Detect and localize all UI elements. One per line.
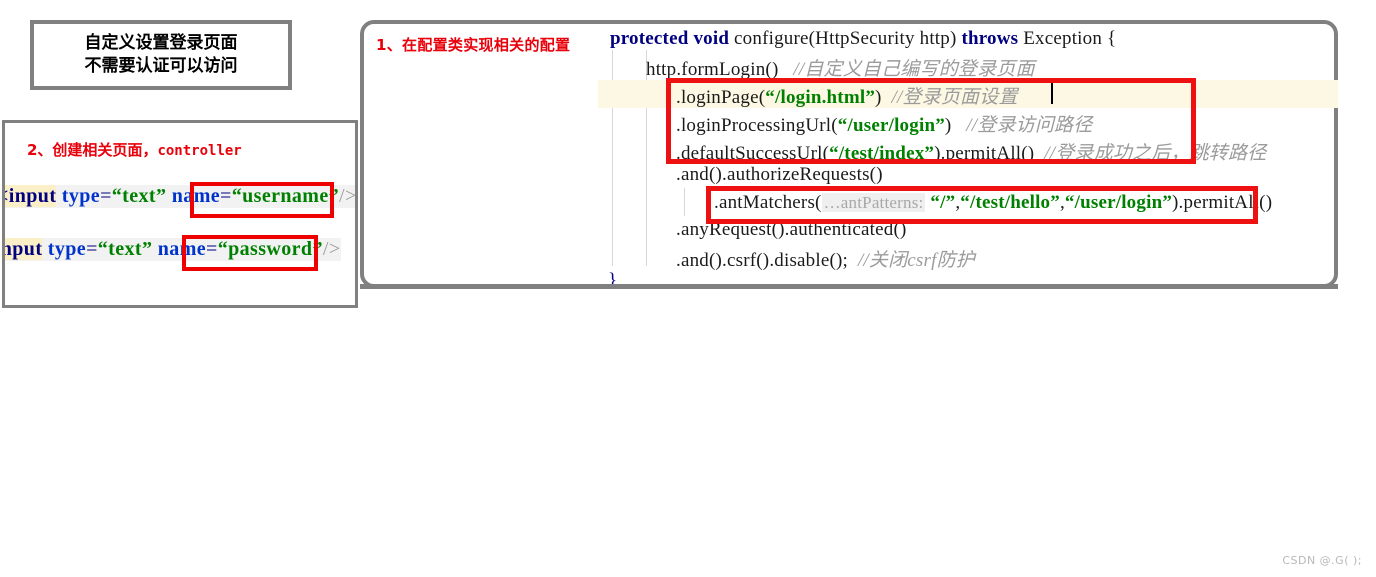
code-loginpage-method: .loginPage( — [676, 87, 766, 108]
code-anyrequest: .anyRequest().authenticated() — [676, 219, 907, 240]
code-processurl-method: .loginProcessingUrl( — [676, 115, 838, 136]
sp-su — [1034, 143, 1044, 164]
code-line-defaultsuccessurl: .defaultSuccessUrl(“/test/index”).permit… — [676, 138, 1266, 165]
note-box: 自定义设置登录页面 不需要认证可以访问 — [30, 20, 292, 90]
attr-name-password: name — [157, 238, 207, 260]
val-type-password: “text” — [97, 238, 153, 260]
code-line-anyrequest: .anyRequest().authenticated() — [676, 219, 907, 241]
controller-title-prefix: 2、创建相关页面， — [27, 141, 158, 159]
code-line-formlogin: http.formLogin() //自定义自己编写的登录页面 — [646, 54, 1035, 81]
sp-fl — [778, 59, 793, 80]
sp-pu — [951, 115, 966, 136]
controller-panel-title: 2、创建相关页面，controller — [27, 139, 242, 160]
eq-type-username: = — [100, 185, 112, 207]
code-antmatchers-method: .antMatchers( — [714, 192, 822, 213]
eq-name-password: = — [206, 238, 218, 260]
keyword-protected: protected — [610, 28, 689, 49]
code-line-loginpage: .loginPage(“/login.html”) //登录页面设置 — [676, 82, 1018, 109]
tag-close-username: /> — [339, 185, 357, 207]
code-processurl-arg: “/user/login” — [837, 115, 945, 136]
controller-title-mono: controller — [157, 143, 242, 159]
keyword-void: void — [693, 28, 730, 49]
comment-formlogin: //自定义自己编写的登录页面 — [793, 59, 1035, 80]
keyword-throws: throws — [961, 28, 1019, 49]
note-line-2: 不需要认证可以访问 — [84, 56, 238, 76]
attr-type-username: type — [61, 185, 101, 207]
sp-lp — [882, 87, 892, 108]
code-line-loginprocessingurl: .loginProcessingUrl(“/user/login”) //登录访… — [676, 110, 1092, 137]
code-line-authorizerequests: .and().authorizeRequests() — [676, 164, 883, 186]
panel-bottom-rule — [360, 284, 1338, 289]
code-andauth: .and().authorizeRequests() — [676, 164, 883, 185]
code-csrf: .and().csrf().disable(); — [676, 250, 849, 271]
attr-name-username: name — [171, 185, 221, 207]
exception-and-brace: Exception { — [1018, 28, 1117, 49]
note-line-1: 自定义设置登录页面 — [84, 33, 238, 53]
html-input-username-line: <input type=“text” name=“username”/> — [5, 185, 357, 208]
step-label-config: 1、在配置类实现相关的配置 — [376, 36, 571, 54]
val-name-username: “username” — [231, 185, 340, 207]
text-caret — [1051, 82, 1053, 104]
code-successurl-tail: ).permitAll() — [934, 143, 1035, 164]
param-hint-antpatterns: …antPatterns: — [821, 193, 926, 212]
code-antmatchers-arg1: “/” — [930, 192, 956, 213]
code-line-method-signature: protected void configure(HttpSecurity ht… — [610, 28, 1116, 50]
val-type-username: “text” — [111, 185, 167, 207]
code-antmatchers-arg2: “/test/hello” — [960, 192, 1060, 213]
code-loginpage-arg: “/login.html” — [765, 87, 876, 108]
comment-processurl: //登录访问路径 — [966, 115, 1093, 136]
code-antmatchers-arg3: “/user/login” — [1064, 192, 1173, 213]
comment-csrf: //关闭csrf防护 — [857, 250, 975, 271]
input-tag-open-username: <input — [5, 185, 57, 207]
input-tag-open-password: <input — [5, 238, 43, 260]
eq-type-password: = — [86, 238, 98, 260]
eq-name-username: = — [220, 185, 232, 207]
code-line-antmatchers: .antMatchers(…antPatterns: “/”,“/test/he… — [714, 192, 1272, 214]
code-successurl-method: .defaultSuccessUrl( — [676, 143, 830, 164]
indent-guide-3 — [684, 188, 685, 216]
code-antmatchers-tail: ).permitAll() — [1172, 192, 1273, 213]
tag-close-password: /> — [322, 238, 341, 260]
code-line-csrf-disable: .and().csrf().disable(); //关闭csrf防护 — [676, 245, 975, 272]
code-formlogin: http.formLogin() — [646, 59, 779, 80]
comment-loginpage: //登录页面设置 — [891, 87, 1018, 108]
method-params: (HttpSecurity http) — [808, 28, 962, 49]
val-name-password: “password” — [217, 238, 323, 260]
attr-type-password: type — [47, 238, 87, 260]
sp-csrf — [848, 250, 858, 271]
code-successurl-arg: “/test/index” — [829, 143, 935, 164]
method-name-configure: configure — [729, 28, 809, 49]
csdn-watermark: CSDN @.G( ); — [1282, 554, 1362, 567]
comment-successurl: //登录成功之后，跳转路径 — [1044, 143, 1267, 164]
html-input-password-line: <input type=“text” name=“password”/> — [5, 238, 341, 261]
controller-panel: 2、创建相关页面，controller <input type=“text” n… — [2, 120, 358, 308]
